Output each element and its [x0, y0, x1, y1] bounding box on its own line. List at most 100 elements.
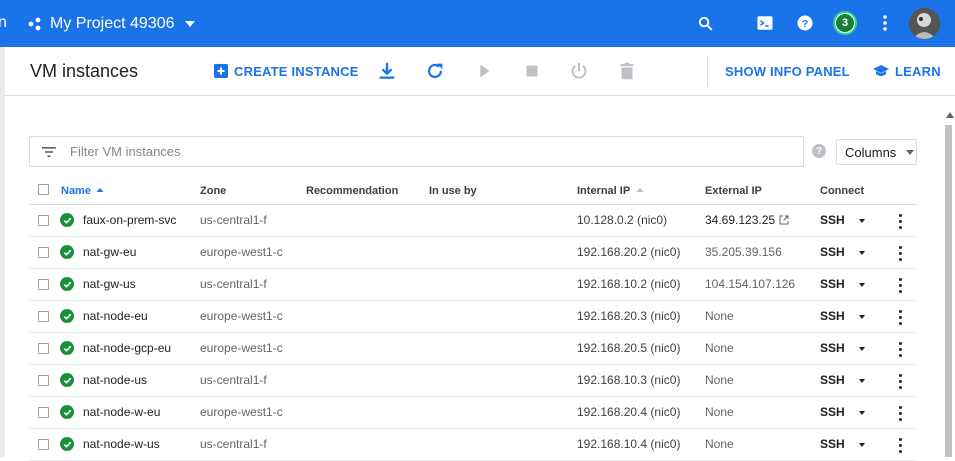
user-photo-icon	[909, 8, 940, 39]
nic-link[interactable]: nic0	[654, 277, 676, 291]
ssh-options-caret-icon[interactable]	[859, 443, 865, 447]
nic-link[interactable]: nic0	[641, 213, 663, 227]
filter-input[interactable]	[70, 144, 770, 159]
ssh-options-caret-icon[interactable]	[859, 283, 865, 287]
row-more-actions-icon[interactable]	[896, 404, 904, 422]
more-options-button[interactable]	[874, 12, 896, 34]
instance-zone: europe-west1-c	[200, 309, 283, 323]
notifications-button[interactable]: 3	[833, 11, 857, 35]
row-checkbox[interactable]	[38, 311, 49, 322]
sort-arrow-icon	[636, 188, 644, 192]
column-header-external-ip[interactable]: External IP	[705, 185, 762, 197]
instance-name-link[interactable]: nat-node-eu	[83, 309, 148, 323]
check-circle-icon	[60, 277, 74, 291]
instance-name-link[interactable]: nat-gw-eu	[83, 245, 136, 259]
instance-name-link[interactable]: nat-node-w-us	[83, 437, 160, 451]
ssh-button[interactable]: SSH	[820, 405, 845, 419]
internal-ip: 10.128.0.2	[577, 213, 634, 227]
ssh-options-caret-icon[interactable]	[859, 379, 865, 383]
row-more-actions-icon[interactable]	[896, 372, 904, 390]
nic-link[interactable]: nic0	[654, 309, 676, 323]
chevron-down-icon	[906, 149, 915, 155]
column-header-name-label: Name	[61, 185, 91, 197]
ssh-options-caret-icon[interactable]	[859, 411, 865, 415]
row-checkbox[interactable]	[38, 215, 49, 226]
learn-label: LEARN	[895, 63, 941, 79]
instance-zone: us-central1-f	[200, 277, 267, 291]
column-header-in-use-by[interactable]: In use by	[429, 185, 477, 197]
row-more-actions-icon[interactable]	[896, 308, 904, 326]
learn-button[interactable]: LEARN	[873, 47, 941, 95]
row-more-actions-icon[interactable]	[896, 212, 904, 230]
app-name-fragment[interactable]: n	[0, 14, 7, 32]
scroll-up-arrow-icon[interactable]	[946, 112, 954, 118]
ssh-options-caret-icon[interactable]	[859, 219, 865, 223]
ssh-button[interactable]: SSH	[820, 213, 845, 227]
nic-link[interactable]: nic0	[654, 437, 676, 451]
create-instance-button[interactable]: CREATE INSTANCE	[214, 47, 359, 95]
search-button[interactable]	[694, 12, 716, 34]
table-row: nat-node-us us-central1-f 192.168.10.3 (ni…	[29, 365, 917, 397]
column-header-connect[interactable]: Connect	[820, 185, 864, 197]
external-ip-cell[interactable]: 34.69.123.25	[705, 213, 789, 227]
ssh-button[interactable]: SSH	[820, 373, 845, 387]
row-more-actions-icon[interactable]	[896, 436, 904, 454]
column-header-recommendation[interactable]: Recommendation	[306, 185, 398, 197]
internal-ip: 192.168.20.3	[577, 309, 648, 323]
avatar[interactable]	[909, 8, 940, 39]
instance-name-link[interactable]: nat-node-w-eu	[83, 405, 160, 419]
table-body: faux-on-prem-svc us-central1-f 10.128.0.2 …	[29, 205, 917, 461]
select-all-checkbox[interactable]	[38, 184, 49, 195]
nic-link[interactable]: nic0	[654, 245, 676, 259]
nic-link[interactable]: nic0	[654, 373, 676, 387]
table-row: nat-node-gcp-eu europe-west1-c 192.168.20.…	[29, 333, 917, 365]
row-more-actions-icon[interactable]	[896, 340, 904, 358]
delete-icon[interactable]	[616, 60, 638, 82]
row-checkbox[interactable]	[38, 279, 49, 290]
ssh-button[interactable]: SSH	[820, 341, 845, 355]
import-vm-icon[interactable]	[376, 60, 398, 82]
row-checkbox[interactable]	[38, 439, 49, 450]
power-icon[interactable]	[568, 60, 590, 82]
row-checkbox[interactable]	[38, 375, 49, 386]
ssh-button[interactable]: SSH	[820, 277, 845, 291]
column-header-internal-ip[interactable]: Internal IP	[577, 185, 644, 197]
nic-link[interactable]: nic0	[654, 341, 676, 355]
instance-name-link[interactable]: faux-on-prem-svc	[83, 213, 176, 227]
project-selector[interactable]: My Project 49306	[28, 0, 195, 47]
refresh-icon[interactable]	[424, 60, 446, 82]
show-info-panel-label: SHOW INFO PANEL	[725, 63, 850, 79]
columns-dropdown[interactable]: Columns	[836, 139, 917, 165]
instance-name-link[interactable]: nat-gw-us	[83, 277, 136, 291]
row-more-actions-icon[interactable]	[896, 244, 904, 262]
start-icon[interactable]	[473, 60, 495, 82]
cloud-shell-button[interactable]	[754, 12, 776, 34]
toolbar-divider	[707, 56, 708, 86]
help-button[interactable]: ?	[794, 12, 816, 34]
row-more-actions-icon[interactable]	[896, 276, 904, 294]
row-checkbox[interactable]	[38, 407, 49, 418]
column-header-zone[interactable]: Zone	[200, 185, 226, 197]
ssh-options-caret-icon[interactable]	[859, 315, 865, 319]
show-info-panel-button[interactable]: SHOW INFO PANEL	[725, 47, 850, 95]
open-in-new-icon[interactable]	[779, 215, 789, 225]
nic-link[interactable]: nic0	[654, 405, 676, 419]
column-header-name[interactable]: Name	[61, 185, 104, 197]
external-ip-cell[interactable]: 104.154.107.126	[705, 277, 795, 291]
ssh-options-caret-icon[interactable]	[859, 347, 865, 351]
instance-name-link[interactable]: nat-node-gcp-eu	[83, 341, 171, 355]
scrollbar-thumb[interactable]	[945, 125, 952, 457]
ssh-button[interactable]: SSH	[820, 437, 845, 451]
row-checkbox[interactable]	[38, 343, 49, 354]
ssh-options-caret-icon[interactable]	[859, 251, 865, 255]
instance-zone: europe-west1-c	[200, 405, 283, 419]
external-ip: None	[705, 341, 734, 355]
row-checkbox[interactable]	[38, 247, 49, 258]
ssh-button[interactable]: SSH	[820, 245, 845, 259]
instance-name-link[interactable]: nat-node-us	[83, 373, 147, 387]
filter-bar[interactable]	[29, 136, 804, 167]
ssh-button[interactable]: SSH	[820, 309, 845, 323]
stop-icon[interactable]	[521, 60, 543, 82]
filter-help-icon[interactable]: ?	[812, 144, 826, 158]
external-ip-cell[interactable]: 35.205.39.156	[705, 245, 782, 259]
